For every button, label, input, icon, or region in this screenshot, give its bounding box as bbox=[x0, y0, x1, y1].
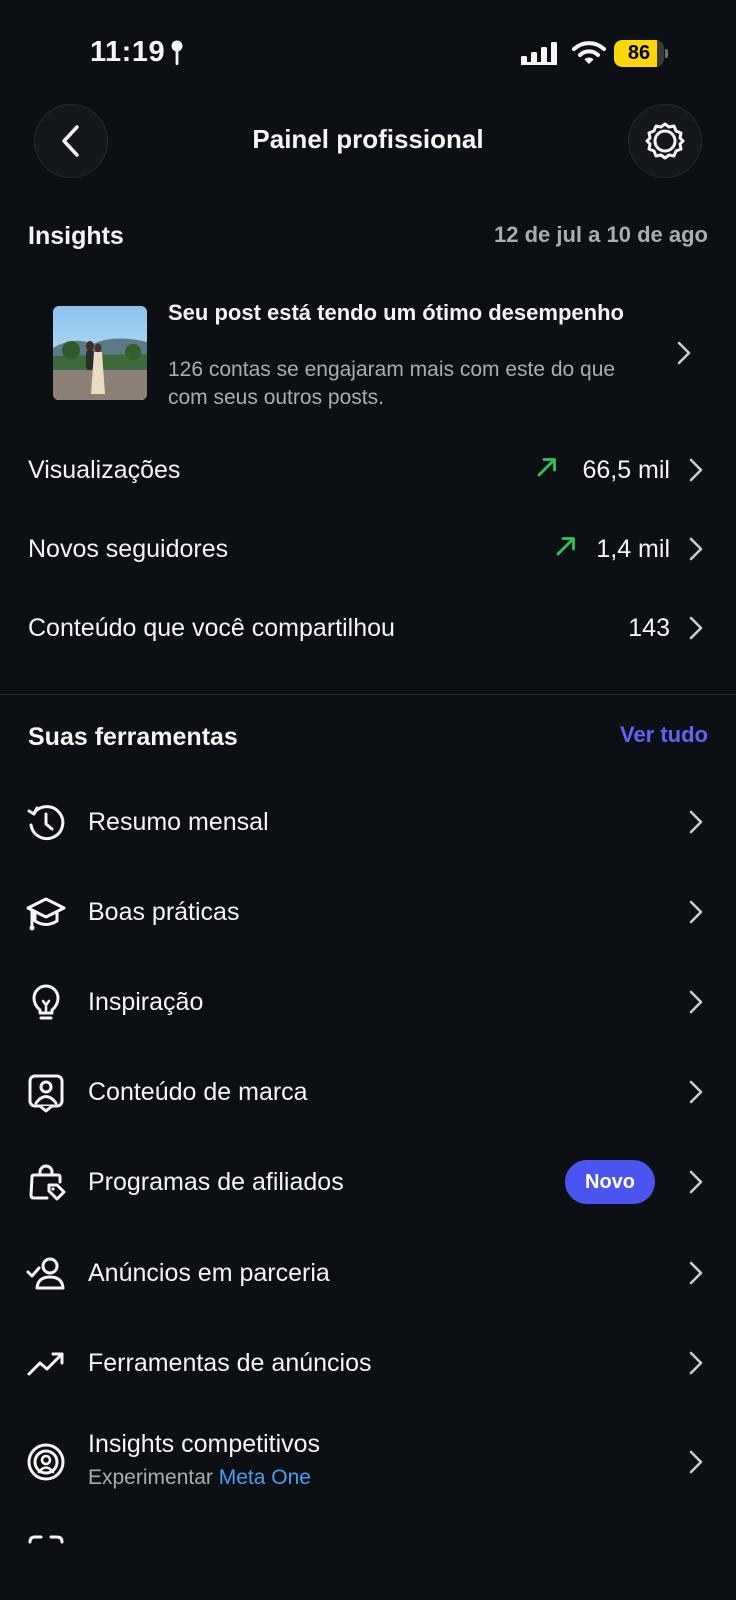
chevron-right-icon bbox=[689, 537, 703, 561]
chevron-right-icon bbox=[689, 1080, 703, 1104]
chevron-right-icon bbox=[689, 810, 703, 834]
tool-subtitle: Experimentar Meta One bbox=[88, 1464, 311, 1492]
cellular-signal-icon bbox=[521, 42, 557, 65]
tool-item-inspiration[interactable]: Inspiração bbox=[0, 957, 736, 1047]
gear-icon bbox=[645, 122, 685, 160]
tools-title: Suas ferramentas bbox=[28, 723, 238, 751]
chevron-right-icon bbox=[689, 1170, 703, 1194]
chevron-right-icon bbox=[689, 1261, 703, 1285]
branded-content-icon bbox=[28, 1074, 64, 1113]
chevron-right-icon bbox=[689, 990, 703, 1014]
battery-percentage: 86 bbox=[627, 42, 651, 64]
chevron-right-icon bbox=[689, 458, 703, 482]
date-range[interactable]: 12 de jul a 10 de ago bbox=[494, 222, 708, 248]
person-check-icon bbox=[26, 1257, 65, 1290]
tool-label: Boas práticas bbox=[88, 898, 240, 926]
tool-label: Programas de afiliados bbox=[88, 1168, 344, 1196]
tool-item-branded-content[interactable]: Conteúdo de marca bbox=[0, 1047, 736, 1137]
settings-button[interactable] bbox=[628, 104, 702, 178]
chevron-right-icon bbox=[689, 1450, 703, 1474]
status-time: 11:19 bbox=[90, 36, 166, 68]
chevron-right-icon bbox=[689, 900, 703, 924]
tool-item-affiliate-programs[interactable]: Programas de afiliados Novo bbox=[0, 1137, 736, 1227]
history-clock-icon bbox=[27, 805, 65, 841]
new-badge: Novo bbox=[565, 1160, 655, 1204]
trend-up-icon bbox=[537, 458, 556, 477]
wifi-icon bbox=[572, 41, 606, 64]
location-pin-icon bbox=[171, 40, 183, 65]
metric-value: 1,4 mil bbox=[596, 535, 670, 563]
tool-item-best-practices[interactable]: Boas práticas bbox=[0, 867, 736, 957]
metric-value: 143 bbox=[628, 614, 670, 642]
post-thumbnail bbox=[53, 306, 147, 400]
see-all-link[interactable]: Ver tudo bbox=[620, 722, 708, 748]
tool-label: Anúncios em parceria bbox=[88, 1259, 330, 1287]
top-post-card[interactable]: Seu post está tendo um ótimo desempenho … bbox=[0, 288, 736, 416]
status-bar: 11:19 86 bbox=[0, 0, 736, 100]
trending-up-icon bbox=[27, 1352, 64, 1376]
graduation-cap-icon bbox=[26, 897, 66, 931]
metric-row-new-followers[interactable]: Novos seguidores 1,4 mil bbox=[0, 510, 736, 588]
tool-label: Ferramentas de anúncios bbox=[88, 1349, 372, 1377]
tool-label: Resumo mensal bbox=[88, 808, 269, 836]
post-description: 126 contas se engajaram mais com este do… bbox=[168, 358, 616, 409]
tool-item-partnership-ads[interactable]: Anúncios em parceria bbox=[0, 1228, 736, 1318]
tool-label: Conteúdo de marca bbox=[88, 1078, 308, 1106]
metric-label: Novos seguidores bbox=[28, 535, 229, 563]
partial-tool-icon bbox=[28, 1535, 64, 1544]
page-title: Painel profissional bbox=[252, 124, 484, 154]
meta-one-link[interactable]: Meta One bbox=[219, 1466, 311, 1489]
post-title: Seu post está tendo um ótimo desempenho bbox=[168, 300, 624, 325]
metric-row-content-shared[interactable]: Conteúdo que você compartilhou 143 bbox=[0, 589, 736, 667]
tool-subtitle-prefix: Experimentar bbox=[88, 1466, 213, 1489]
metric-label: Visualizações bbox=[28, 456, 181, 484]
chevron-right-icon bbox=[689, 1351, 703, 1375]
shopping-bag-tag-icon bbox=[29, 1164, 66, 1201]
tool-item-competitive-insights[interactable]: Insights competitivos Experimentar Meta … bbox=[0, 1414, 736, 1510]
metric-label: Conteúdo que você compartilhou bbox=[28, 614, 395, 642]
tool-item-monthly-recap[interactable]: Resumo mensal bbox=[0, 777, 736, 867]
metric-row-views[interactable]: Visualizações 66,5 mil bbox=[0, 431, 736, 509]
section-divider bbox=[0, 694, 736, 695]
radar-person-icon bbox=[27, 1443, 65, 1481]
battery-indicator: 86 bbox=[614, 40, 668, 67]
tool-label: Inspiração bbox=[88, 988, 204, 1016]
trend-up-icon bbox=[556, 537, 575, 556]
lightbulb-icon bbox=[32, 984, 60, 1020]
insights-title: Insights bbox=[28, 222, 124, 250]
tool-item-ad-tools[interactable]: Ferramentas de anúncios bbox=[0, 1318, 736, 1408]
tool-label: Insights competitivos bbox=[88, 1430, 321, 1458]
chevron-right-icon bbox=[689, 616, 703, 640]
chevron-right-icon bbox=[677, 341, 691, 365]
metric-value: 66,5 mil bbox=[582, 456, 670, 484]
